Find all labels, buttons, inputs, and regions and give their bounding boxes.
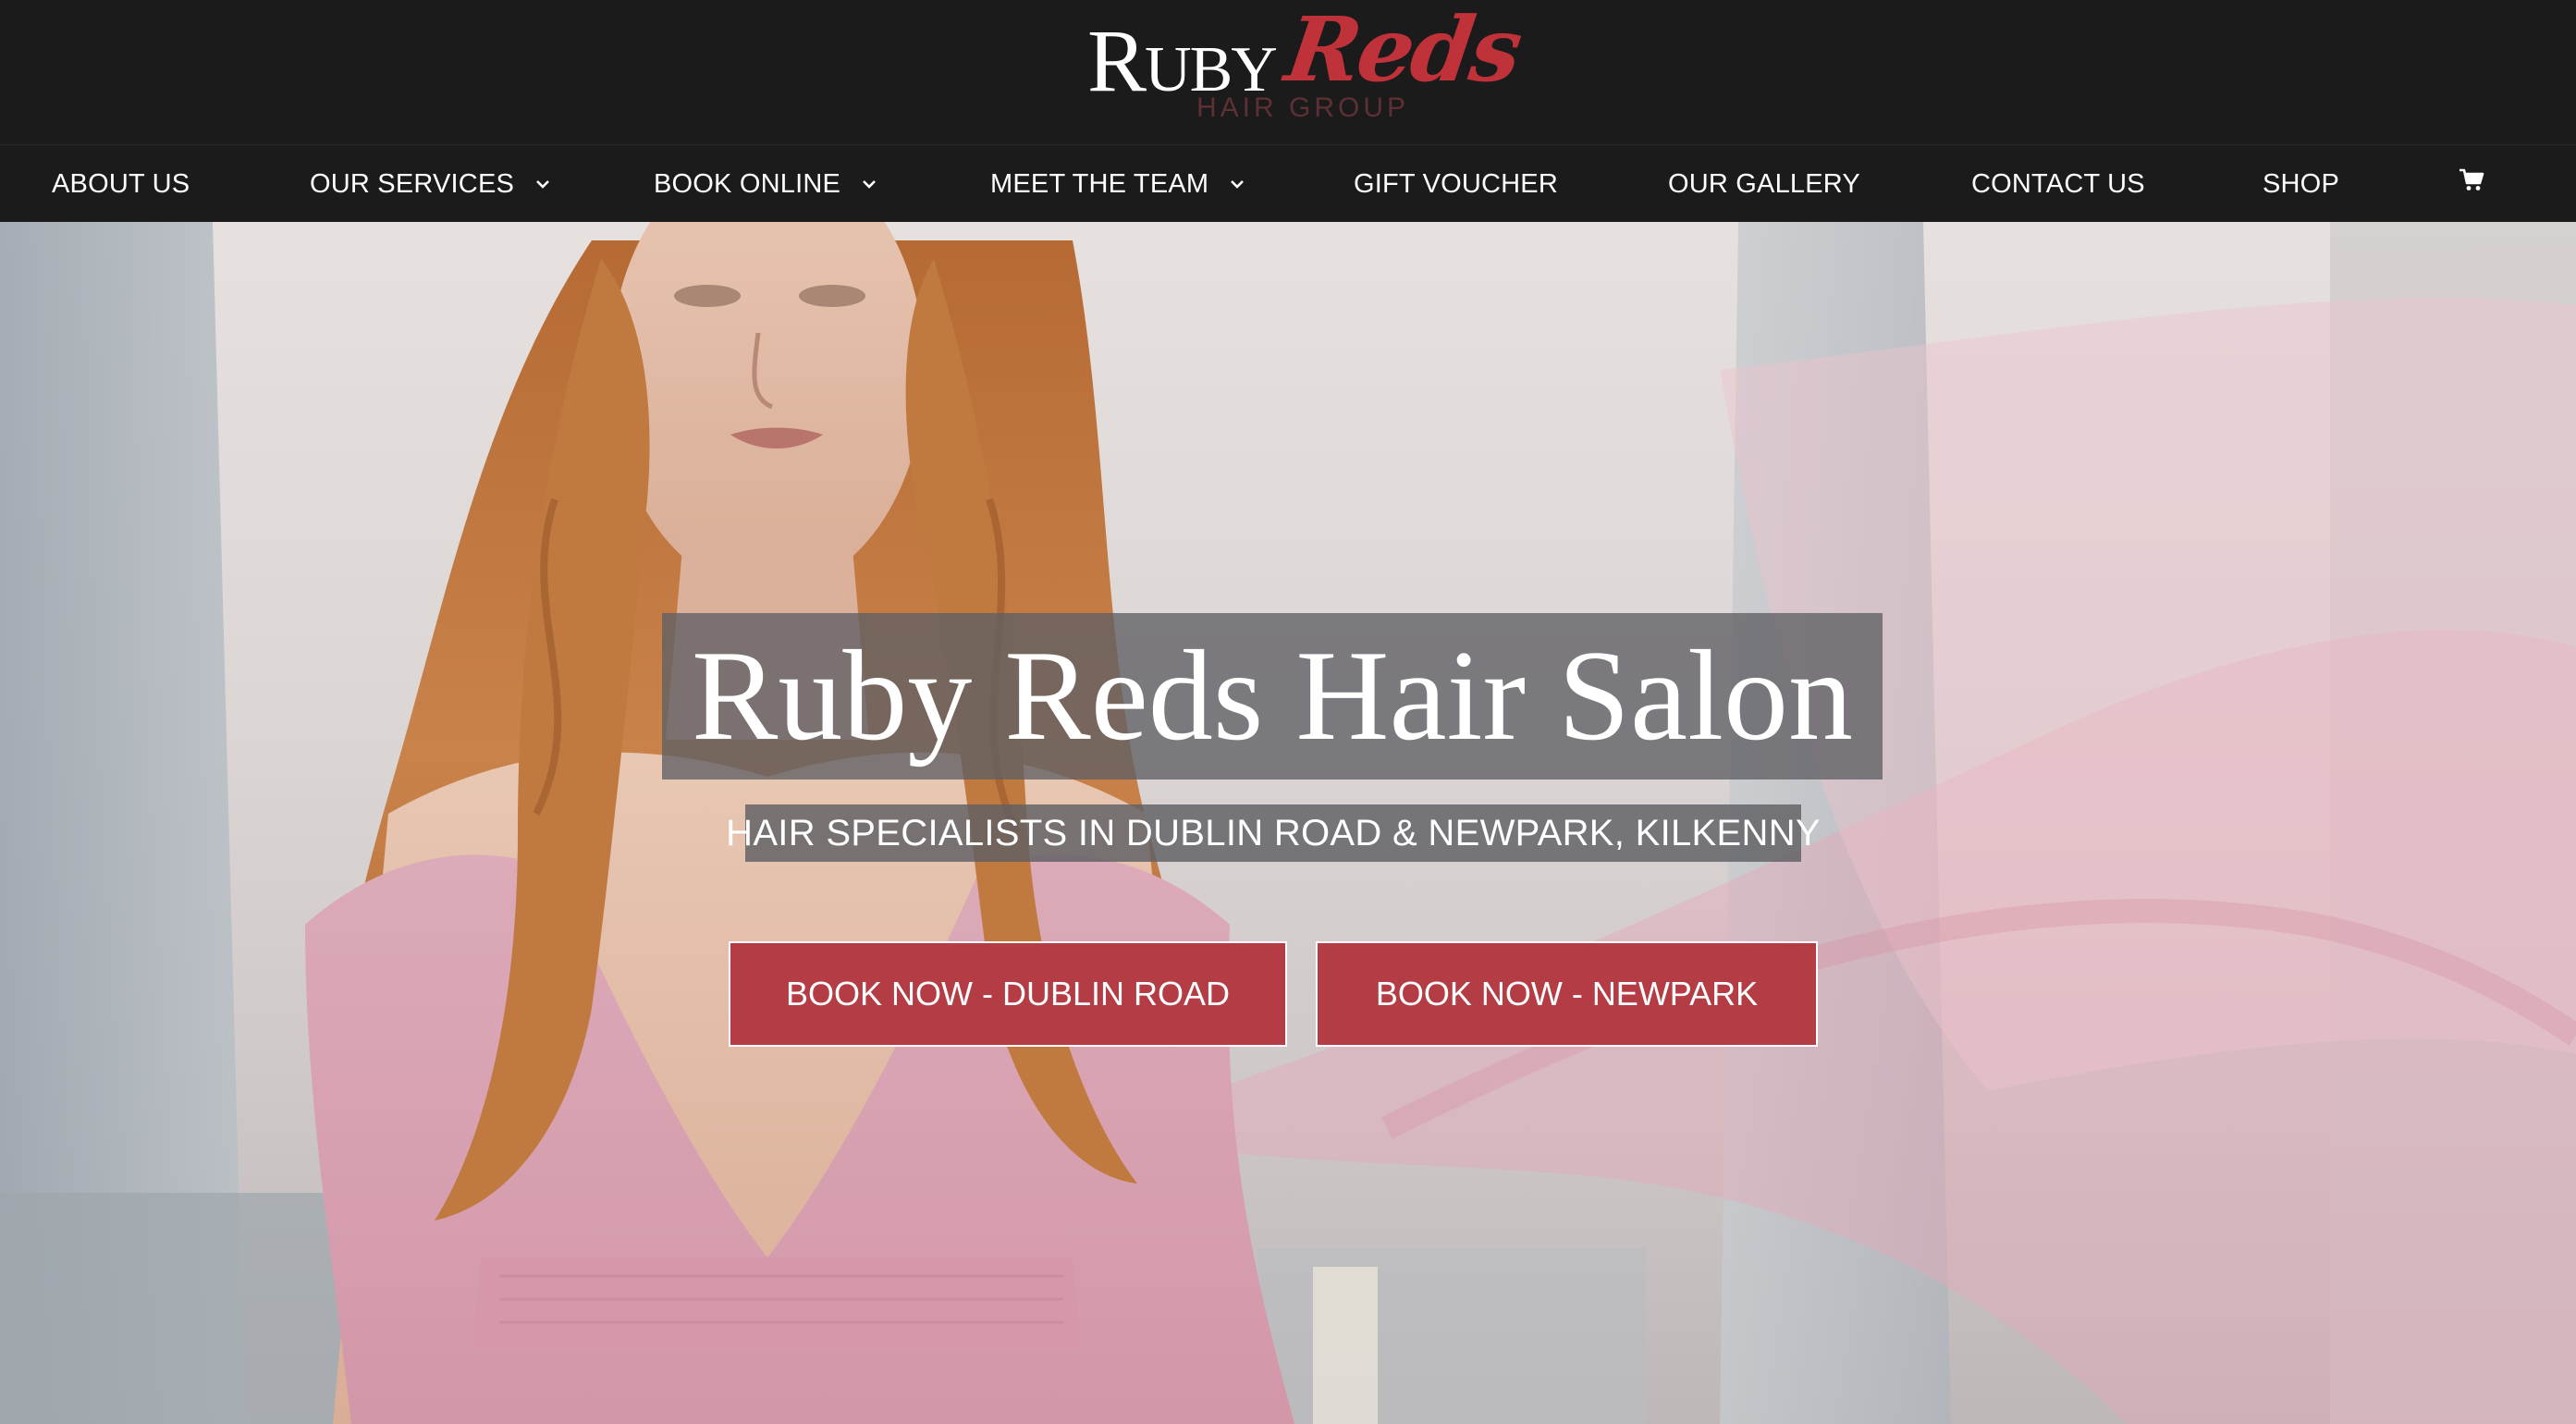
chevron-down-icon — [533, 174, 553, 194]
shopping-cart-icon — [2459, 168, 2484, 200]
chevron-down-icon — [1227, 174, 1247, 194]
site-header: RUBY Reds HAIR GROUP — [0, 0, 2576, 144]
hero-title: Ruby Reds Hair Salon — [691, 624, 1854, 767]
nav-cart[interactable] — [2459, 145, 2484, 223]
nav-gift-voucher-label: GIFT VOUCHER — [1354, 168, 1558, 199]
book-now-dublin-road-button[interactable]: BOOK NOW - DUBLIN ROAD — [729, 941, 1287, 1047]
nav-book-online-label: BOOK ONLINE — [654, 168, 841, 199]
hero-banner: Ruby Reds Hair Salon HAIR SPECIALISTS IN… — [0, 222, 2576, 1424]
nav-about-us[interactable]: ABOUT US — [52, 145, 190, 223]
logo-hair-group-text: HAIR GROUP — [1196, 92, 1410, 123]
ruby-reds-logo[interactable]: RUBY Reds HAIR GROUP — [1082, 0, 1526, 124]
nav-contact-us[interactable]: CONTACT US — [1971, 145, 2145, 223]
hero-subtitle: HAIR SPECIALISTS IN DUBLIN ROAD & NEWPAR… — [726, 812, 1821, 853]
nav-shop[interactable]: SHOP — [2263, 145, 2339, 223]
nav-our-services[interactable]: OUR SERVICES — [310, 145, 553, 223]
nav-book-online[interactable]: BOOK ONLINE — [654, 145, 879, 223]
nav-shop-label: SHOP — [2263, 168, 2339, 199]
nav-our-gallery[interactable]: OUR GALLERY — [1668, 145, 1860, 223]
nav-meet-the-team-label: MEET THE TEAM — [990, 168, 1209, 199]
nav-contact-us-label: CONTACT US — [1971, 168, 2145, 199]
nav-about-us-label: ABOUT US — [52, 168, 190, 199]
hero-subtitle-box: HAIR SPECIALISTS IN DUBLIN ROAD & NEWPAR… — [726, 804, 1821, 862]
book-now-newpark-button[interactable]: BOOK NOW - NEWPARK — [1316, 941, 1818, 1047]
nav-gift-voucher[interactable]: GIFT VOUCHER — [1354, 145, 1558, 223]
logo-reds-text: Reds — [1280, 0, 1527, 102]
main-navigation: ABOUT US OUR SERVICES BOOK ONLINE MEET T… — [0, 144, 2576, 222]
hero-title-box: Ruby Reds Hair Salon — [662, 613, 1883, 780]
nav-meet-the-team[interactable]: MEET THE TEAM — [990, 145, 1247, 223]
chevron-down-icon — [859, 174, 879, 194]
nav-our-gallery-label: OUR GALLERY — [1668, 168, 1860, 199]
nav-our-services-label: OUR SERVICES — [310, 168, 515, 199]
